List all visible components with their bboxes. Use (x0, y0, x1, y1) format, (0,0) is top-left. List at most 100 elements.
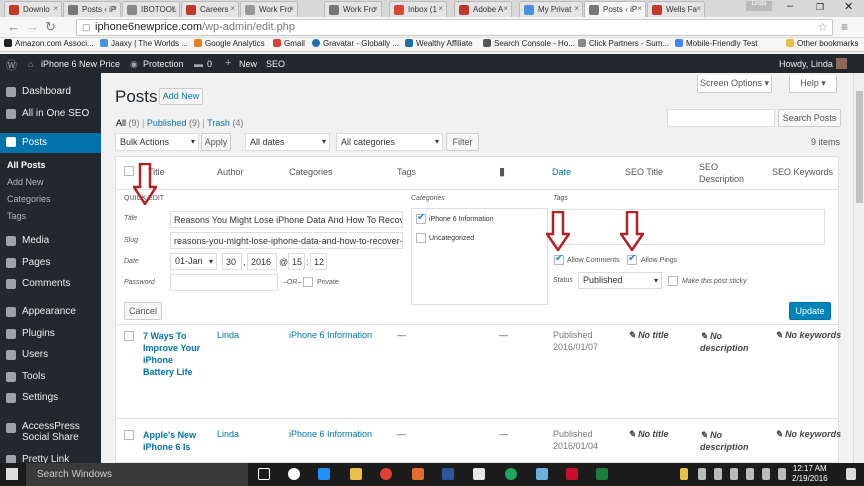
comment-icon[interactable]: ▮ (499, 165, 505, 178)
submenu-categories[interactable]: Categories (0, 191, 101, 207)
profile-badge[interactable]: Linda (746, 1, 772, 11)
menu-accesspress[interactable]: AccessPress Social Share (0, 419, 101, 445)
category-checkbox[interactable] (416, 233, 426, 243)
menu-posts[interactable]: Posts (0, 133, 101, 153)
app-icon[interactable] (536, 468, 548, 480)
column-date[interactable]: Date (552, 167, 571, 177)
seo-title-value[interactable]: ✎ No title (628, 330, 669, 341)
page-scrollbar[interactable] (853, 73, 864, 463)
reload-icon[interactable]: ↻ (45, 19, 56, 35)
post-author[interactable]: Linda (217, 330, 239, 340)
search-posts-input[interactable] (667, 109, 775, 127)
site-name-link[interactable]: iPhone 6 New Price (41, 59, 120, 69)
network-icon[interactable] (762, 468, 770, 480)
seo-keywords-value[interactable]: ✎ No keywords (775, 330, 841, 341)
help-button[interactable]: Help ▾ (789, 75, 837, 93)
bookmark-item[interactable]: Search Console - Ho... (483, 39, 575, 48)
post-title-link[interactable]: Apple's New iPhone 6 Is (143, 429, 196, 453)
categories-select[interactable]: All categories (336, 133, 443, 151)
back-icon[interactable]: ← (7, 19, 20, 34)
post-title-link[interactable]: 7 Ways To Improve Your iPhone Battery Life (143, 330, 200, 378)
close-icon[interactable]: × (637, 4, 642, 13)
hp-icon[interactable] (288, 468, 300, 480)
allow-pings-checkbox[interactable] (627, 253, 637, 265)
task-view-icon[interactable] (258, 468, 270, 480)
battery-icon[interactable] (778, 468, 786, 480)
menu-plugins[interactable]: Plugins (0, 325, 101, 343)
browser-tab[interactable]: IBOTOOL × (122, 1, 180, 17)
cancel-button[interactable]: Cancel (124, 302, 162, 320)
close-icon[interactable]: × (171, 4, 176, 13)
category-checkbox[interactable] (416, 212, 426, 224)
menu-all-in-one-seo[interactable]: All in One SEO (0, 105, 101, 123)
submenu-tags[interactable]: Tags (0, 208, 101, 224)
protection-link[interactable]: Protection (143, 59, 184, 69)
word-icon[interactable] (442, 468, 454, 480)
browser-tab[interactable]: My Privat × (519, 1, 583, 17)
seo-title-value[interactable]: ✎ No title (628, 429, 669, 440)
chrome-icon[interactable] (380, 468, 392, 480)
password-input[interactable] (170, 274, 278, 291)
howdy-user[interactable]: Howdy, Linda (779, 59, 833, 69)
menu-icon[interactable]: ≡ (841, 20, 848, 34)
store-icon[interactable] (412, 468, 424, 480)
filter-all[interactable]: All (9) (116, 118, 140, 128)
browser-tab[interactable]: Downlo × (4, 1, 62, 17)
bookmark-item[interactable]: Wealthy Affiliate (405, 39, 473, 48)
day-input[interactable]: 30 (222, 253, 242, 270)
hour-input[interactable]: 15 (288, 253, 305, 270)
filter-trash[interactable]: Trash (4) (207, 118, 243, 128)
windows-start-icon[interactable] (6, 468, 18, 480)
file-explorer-icon[interactable] (350, 468, 362, 480)
tray-icon[interactable] (730, 468, 738, 480)
filter-published[interactable]: Published (9) (147, 118, 200, 128)
close-icon[interactable]: × (438, 4, 443, 13)
browser-tab[interactable]: Careers × (181, 1, 239, 17)
seo-description-value[interactable]: ✎ No description (700, 330, 749, 354)
close-icon[interactable]: × (574, 4, 579, 13)
browser-tab[interactable]: Wells Fa × (647, 1, 705, 17)
avatar[interactable] (836, 58, 847, 69)
bookmark-item[interactable]: Jaaxy | The Worlds ... (100, 39, 188, 48)
seo-description-value[interactable]: ✎ No description (700, 429, 749, 453)
browser-tab[interactable]: Work Fro × (324, 1, 382, 17)
submenu-all-posts[interactable]: All Posts (0, 157, 101, 173)
tray-icon[interactable] (698, 468, 706, 480)
allow-comments-checkbox[interactable] (554, 253, 564, 265)
close-icon[interactable]: × (696, 4, 701, 13)
private-checkbox[interactable] (303, 277, 313, 287)
menu-comments[interactable]: Comments (0, 275, 101, 293)
browser-tab[interactable]: Adobe A × (454, 1, 512, 17)
search-posts-button[interactable]: Search Posts (778, 109, 841, 127)
menu-media[interactable]: Media (0, 232, 101, 250)
close-icon[interactable]: × (373, 4, 378, 13)
seo-keywords-value[interactable]: ✎ No keywords (775, 429, 841, 440)
menu-pages[interactable]: Pages (0, 254, 101, 272)
bookmark-item[interactable]: Click Partners - Sum... (578, 39, 669, 48)
app-icon[interactable] (473, 468, 485, 480)
apply-button[interactable]: Apply (201, 133, 231, 151)
title-input[interactable]: Reasons You Might Lose iPhone Data And H… (170, 211, 403, 228)
scrollbar-thumb[interactable] (856, 91, 863, 203)
new-link[interactable]: New (239, 59, 257, 69)
volume-icon[interactable] (746, 468, 754, 480)
post-category[interactable]: iPhone 6 Information (289, 429, 372, 439)
bulk-actions-select[interactable]: Bulk Actions (115, 133, 199, 151)
forward-icon[interactable]: → (26, 19, 39, 34)
close-icon[interactable]: × (503, 4, 508, 13)
menu-tools[interactable]: Tools (0, 368, 101, 386)
close-icon[interactable]: × (53, 4, 58, 13)
edge-icon[interactable] (318, 468, 330, 480)
bookmark-item[interactable]: Gravatar - Globally ... (312, 39, 399, 48)
post-category[interactable]: iPhone 6 Information (289, 330, 372, 340)
bookmark-item[interactable]: Mobile-Friendly Test (675, 39, 757, 48)
restore-icon[interactable]: ❐ (816, 2, 824, 13)
bookmark-folder[interactable]: Other bookmarks (786, 39, 858, 48)
tags-textarea[interactable] (552, 209, 825, 245)
bookmark-item[interactable]: Gmail (273, 39, 305, 48)
dates-select[interactable]: All dates (245, 133, 330, 151)
wordpress-icon[interactable]: Ⓦ (6, 57, 17, 73)
sticky-checkbox[interactable] (668, 276, 678, 286)
screen-options-button[interactable]: Screen Options ▾ (697, 75, 772, 93)
taskbar-clock[interactable]: 12:17 AM 2/19/2016 (792, 464, 828, 484)
